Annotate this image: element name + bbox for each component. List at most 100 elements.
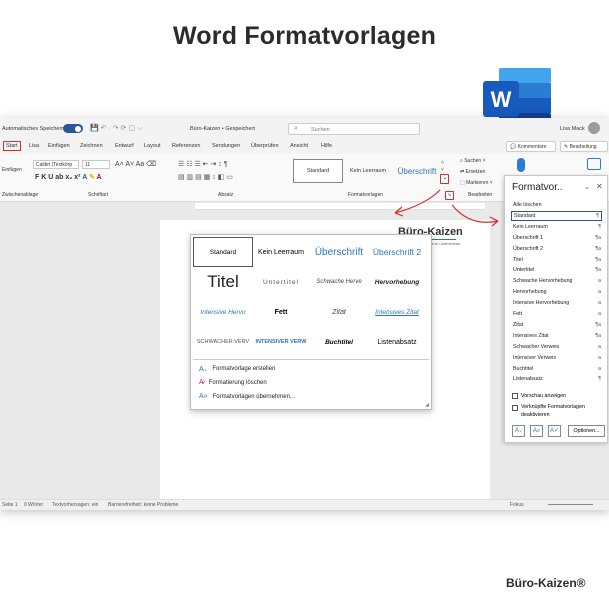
status-words[interactable]: 0 Wörter [24, 502, 43, 508]
autosave-label: Automatisches Speichern [2, 126, 65, 132]
gallery-style-subtitle[interactable]: Untertitel [251, 267, 311, 297]
quick-access-icons[interactable]: 💾 ↶ · ↷ ⟳ ▢ ⌵ [90, 124, 142, 133]
tab-help[interactable]: Hilfe [321, 143, 332, 149]
gallery-style-intense-reference[interactable]: Intensiver Verw [251, 327, 311, 357]
tab-insert[interactable]: Einfügen [48, 143, 70, 149]
style-list-item[interactable]: Intensiver Verweis a [513, 353, 601, 363]
tab-view[interactable]: Ansicht [290, 143, 308, 149]
tab-layout[interactable]: Layout [144, 143, 161, 149]
paragraph-align-buttons[interactable]: ▤ ▥ ▤ ▦ ↕ ◧ ▭ [178, 173, 233, 181]
style-list-item[interactable]: Intensive Hervorhebung a [513, 298, 601, 308]
style-list-item-label: Untertitel [513, 267, 535, 274]
font-family-select[interactable]: Calibri (Textkörp [33, 160, 79, 169]
tab-review[interactable]: Überprüfen [251, 143, 279, 149]
status-predictions[interactable]: Textvorhersagen: ein [52, 502, 98, 508]
gallery-style-list-paragraph[interactable]: Listenabsatz [367, 327, 427, 357]
font-size-buttons[interactable]: A˄ A˅ Aa ⌫ [115, 160, 156, 168]
paragraph-list-buttons[interactable]: ☰ ☷ ☰ ⇤ ⇥ ↕ ¶ [178, 160, 228, 168]
gallery-style-subtle-reference[interactable]: Schwacher Verv [193, 327, 253, 357]
gallery-style-book-title[interactable]: Buchtitel [309, 327, 369, 357]
pane-options-chevron-icon[interactable]: ⌄ [584, 183, 590, 191]
manage-styles-icon[interactable]: A✓ [548, 425, 561, 437]
style-list-item[interactable]: Titel ¶a [513, 255, 601, 265]
tab-lisa[interactable]: Lisa [29, 143, 39, 149]
close-icon[interactable]: ✕ [596, 182, 603, 191]
addin-icon[interactable] [587, 158, 601, 170]
gallery-style-no-spacing[interactable]: Kein Leerraum [251, 237, 311, 267]
paste-label[interactable]: Einfügen [2, 167, 22, 173]
search-box[interactable]: ⌕ Suchen [288, 123, 420, 135]
style-list-item[interactable]: Alle löschen [513, 200, 601, 210]
gallery-style-intense-quote[interactable]: Intensives Zitat [367, 297, 427, 327]
style-list-item[interactable]: Schwache Hervorhebung a [513, 276, 601, 286]
apply-styles-action[interactable]: A» Formatvorlagen übernehmen... [199, 393, 295, 400]
zoom-slider[interactable] [548, 504, 593, 505]
style-type-icon: ¶ [598, 223, 601, 230]
tab-references[interactable]: Referenzen [172, 143, 200, 149]
tab-draw[interactable]: Zeichnen [80, 143, 103, 149]
style-list-item[interactable]: Listenabsatz ¶ [513, 374, 601, 384]
gallery-style-quote[interactable]: Zitat [309, 297, 369, 327]
status-focus[interactable]: Fokus [510, 502, 524, 508]
style-list-item[interactable]: Untertitel ¶a [513, 265, 601, 275]
style-list-item-label: Überschrift 2 [513, 245, 544, 252]
style-list-item[interactable]: Hervorhebung a [513, 287, 601, 297]
style-list-item[interactable]: Standard ¶ [511, 210, 602, 221]
status-accessibility[interactable]: Barrierefreiheit: keine Probleme [108, 502, 178, 508]
new-style-icon[interactable]: A₊ [512, 425, 525, 437]
style-list-item-label: Listenabsatz [513, 376, 543, 383]
style-heading[interactable]: Überschrift [393, 159, 441, 183]
dictate-icon[interactable] [517, 158, 525, 172]
font-format-buttons[interactable]: F K U ab x₂ x² A ✎ A [35, 173, 102, 181]
create-style-action[interactable]: A₊ Formatvorlage erstellen [199, 365, 275, 373]
style-list-item[interactable]: Schwacher Verweis a [513, 342, 601, 352]
comments-button[interactable]: 💬 Kommentare [506, 141, 556, 152]
resize-grip-icon[interactable]: ◢ [425, 402, 429, 408]
apply-styles-icon: A» [199, 393, 208, 400]
style-list-item[interactable]: Intensives Zitat ¶a [513, 331, 601, 341]
clear-formatting-action[interactable]: A̷ Formatierung löschen [199, 379, 267, 386]
style-list-item[interactable]: Buchtitel a [513, 364, 601, 374]
clear-formatting-icon: A̷ [199, 379, 204, 386]
editing-button[interactable]: ✎ Bearbeitung [560, 141, 608, 152]
preview-checkbox[interactable] [512, 393, 518, 399]
tab-mailings[interactable]: Sendungen [212, 143, 240, 149]
style-list-item[interactable]: Zitat ¶a [513, 320, 601, 330]
style-list-item[interactable]: Überschrift 1 ¶a [513, 233, 601, 243]
autosave-toggle[interactable] [63, 124, 83, 133]
style-type-icon: a [598, 354, 601, 361]
gallery-style-title[interactable]: Titel [193, 267, 253, 297]
linked-styles-checkbox[interactable] [512, 405, 518, 411]
gallery-style-standard[interactable]: Standard [193, 237, 253, 267]
style-list-item-label: Intensiver Verweis [513, 354, 556, 361]
style-standard[interactable]: Standard [293, 159, 343, 183]
svg-text:W: W [491, 87, 512, 112]
gallery-style-intense-emphasis[interactable]: Intensive Hervo [193, 297, 253, 327]
style-no-spacing[interactable]: Kein Leerraum [345, 159, 391, 183]
avatar[interactable] [588, 122, 600, 134]
style-inspector-icon[interactable]: A⌕ [530, 425, 543, 437]
gallery-expand-highlight[interactable]: ⌄ [440, 174, 449, 184]
style-list-item[interactable]: Überschrift 2 ¶a [513, 244, 601, 254]
style-scroll-up-icon[interactable]: ˄ [441, 160, 444, 166]
gallery-style-subtle-emphasis[interactable]: Schwache Herve [309, 267, 369, 297]
font-size-select[interactable]: 11 [82, 160, 110, 169]
tab-design[interactable]: Entwurf [115, 143, 134, 149]
find-button[interactable]: ⌕ Suchen ˅ [460, 158, 485, 164]
gallery-style-bold[interactable]: Fett [251, 297, 311, 327]
document-logo-tagline: anz im Unternehmen [428, 242, 461, 246]
style-list-item-label: Überschrift 1 [513, 234, 544, 241]
style-list-item[interactable]: Fett a [513, 309, 601, 319]
status-page[interactable]: Seite 1 [2, 502, 18, 508]
options-button[interactable]: Optionen... [568, 425, 605, 437]
clear-formatting-label: Formatierung löschen [208, 379, 267, 386]
tab-start[interactable]: Start [3, 141, 21, 151]
style-list-item[interactable]: Kein Leerraum ¶ [513, 222, 601, 232]
gallery-style-emphasis[interactable]: Hervorhebung [367, 267, 427, 297]
find-label: Suchen [464, 158, 482, 164]
gallery-style-heading2[interactable]: Überschrift 2 [367, 237, 427, 267]
style-scroll-down-icon[interactable]: ˅ [441, 167, 444, 173]
menu-bar: Start Lisa Einfügen Zeichnen Entwurf Lay… [0, 140, 609, 154]
replace-button[interactable]: ⇄ Ersetzen [460, 169, 485, 175]
gallery-style-heading1[interactable]: Überschrift [309, 237, 369, 267]
